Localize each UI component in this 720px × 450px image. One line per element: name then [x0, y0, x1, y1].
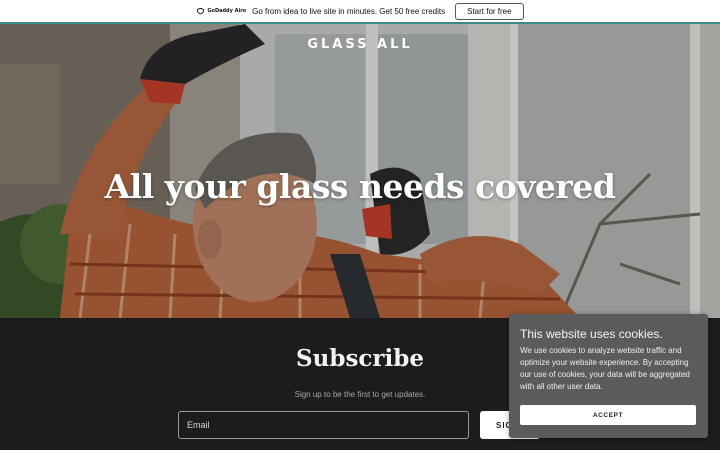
hero-section: GLASS ALL All your glass needs covered: [0, 24, 720, 318]
promo-bar: GoDaddy Airo Go from idea to live site i…: [0, 0, 720, 22]
start-for-free-button[interactable]: Start for free: [455, 2, 524, 20]
cookie-title: This website uses cookies.: [520, 327, 663, 341]
accept-cookies-button[interactable]: ACCEPT: [520, 405, 696, 425]
promo-message: Go from idea to live site in minutes. Ge…: [252, 6, 446, 16]
godaddy-logo: GoDaddy Airo: [196, 7, 247, 15]
godaddy-logo-text: GoDaddy Airo: [207, 8, 247, 14]
godaddy-icon: [197, 7, 205, 15]
cookie-message: We use cookies to analyze website traffi…: [520, 346, 690, 391]
email-input[interactable]: [178, 411, 469, 439]
hero-headline: All your glass needs covered: [104, 167, 616, 206]
site-brand[interactable]: GLASS ALL: [0, 37, 720, 52]
cookie-banner: This website uses cookies. We use cookie…: [509, 314, 708, 438]
